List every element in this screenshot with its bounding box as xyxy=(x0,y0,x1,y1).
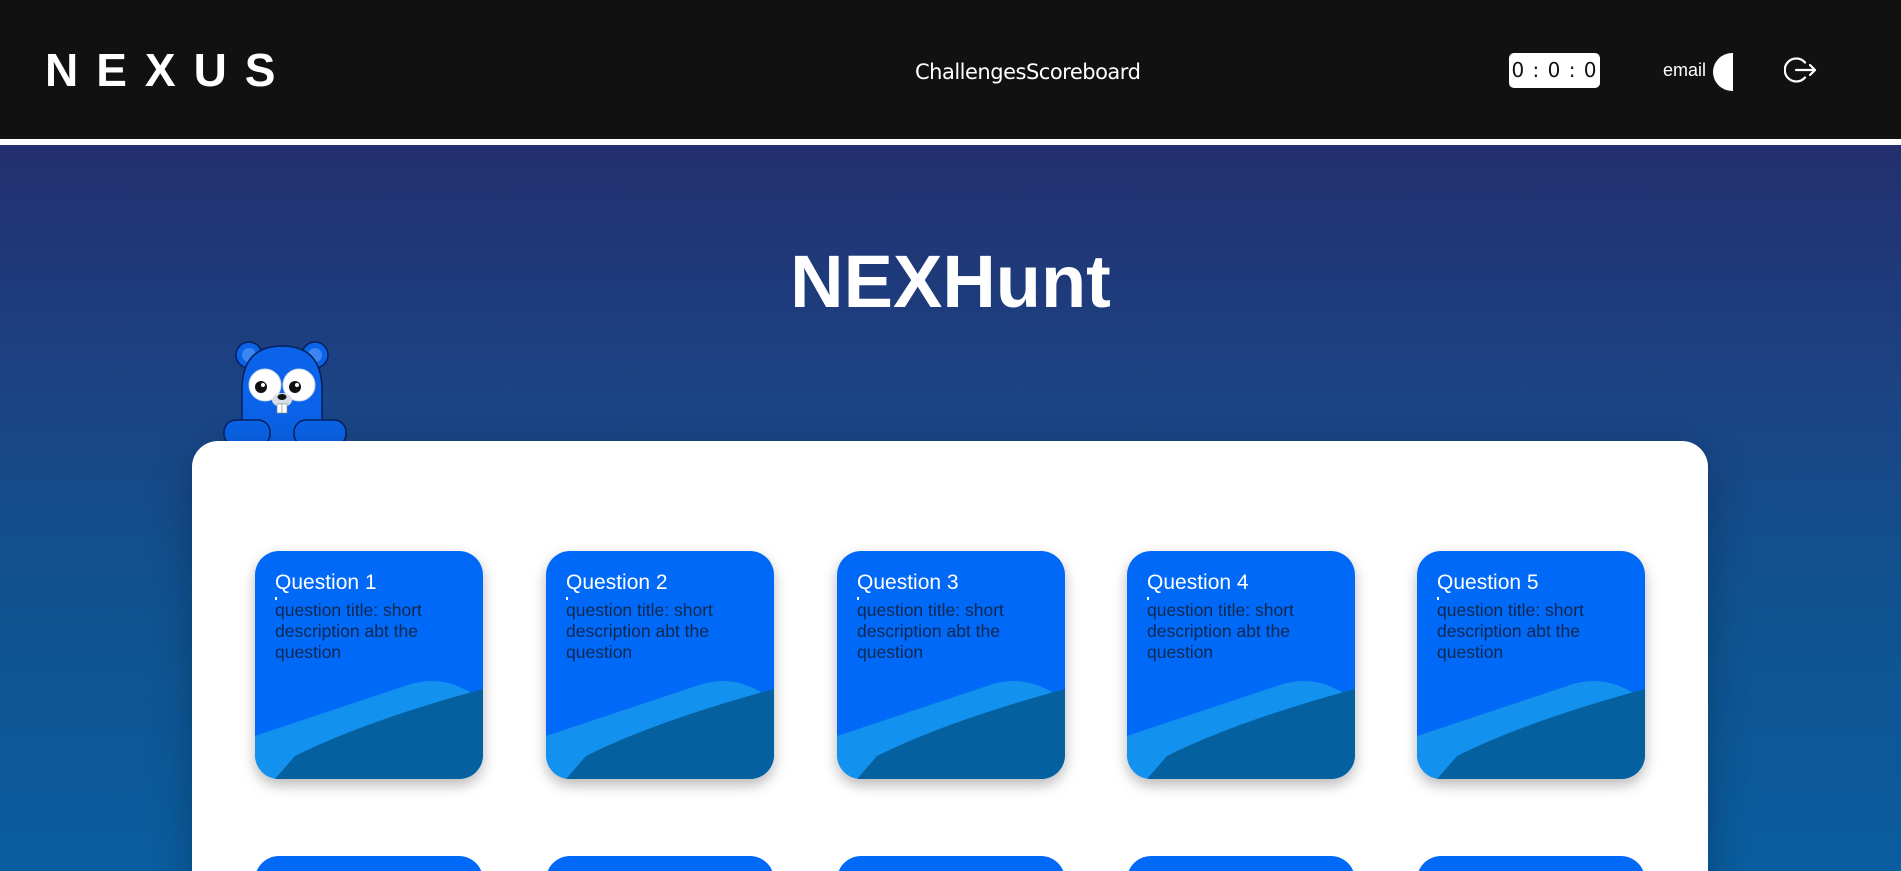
question-description: question title: short description abt th… xyxy=(566,600,713,662)
page-title: NEXHunt xyxy=(790,240,1111,323)
challenges-panel: Question 1 question title: short descrip… xyxy=(192,441,1708,871)
question-card-4[interactable]: Question 4 question title: short descrip… xyxy=(1127,551,1355,779)
theme-toggle-icon[interactable] xyxy=(1713,53,1733,91)
question-description: question title: short description abt th… xyxy=(1437,600,1584,662)
question-title: Question 1 xyxy=(275,571,377,600)
question-description: question title: short description abt th… xyxy=(1147,600,1294,662)
question-title: Question 5 xyxy=(1437,571,1539,600)
question-card-5[interactable]: Question 5 question title: short descrip… xyxy=(1417,551,1645,779)
question-card-partial[interactable] xyxy=(1127,856,1355,871)
question-description: question title: short description abt th… xyxy=(857,600,1004,662)
question-card-partial[interactable] xyxy=(546,856,774,871)
mascot-gopher-image xyxy=(222,340,348,447)
navbar: NEXUS Challenges Scoreboard 0 : 0 : 0 em… xyxy=(0,0,1901,139)
question-description: question title: short description abt th… xyxy=(275,600,422,662)
nav-link-scoreboard[interactable]: Scoreboard xyxy=(1026,60,1141,84)
question-card-2[interactable]: Question 2 question title: short descrip… xyxy=(546,551,774,779)
question-title: Question 3 xyxy=(857,571,959,600)
question-title: Question 2 xyxy=(566,571,668,600)
question-card-1[interactable]: Question 1 question title: short descrip… xyxy=(255,551,483,779)
nav-link-challenges[interactable]: Challenges xyxy=(915,60,1026,84)
brand-logo[interactable]: NEXUS xyxy=(45,44,293,96)
question-card-3[interactable]: Question 3 question title: short descrip… xyxy=(837,551,1065,779)
countdown-timer: 0 : 0 : 0 xyxy=(1509,53,1600,88)
question-card-partial[interactable] xyxy=(255,856,483,871)
nav-links: Challenges Scoreboard xyxy=(915,60,1141,84)
question-card-partial[interactable] xyxy=(837,856,1065,871)
logout-icon[interactable] xyxy=(1783,53,1818,87)
user-email: email xyxy=(1663,60,1707,80)
question-title: Question 4 xyxy=(1147,571,1249,600)
question-card-partial[interactable] xyxy=(1417,856,1645,871)
